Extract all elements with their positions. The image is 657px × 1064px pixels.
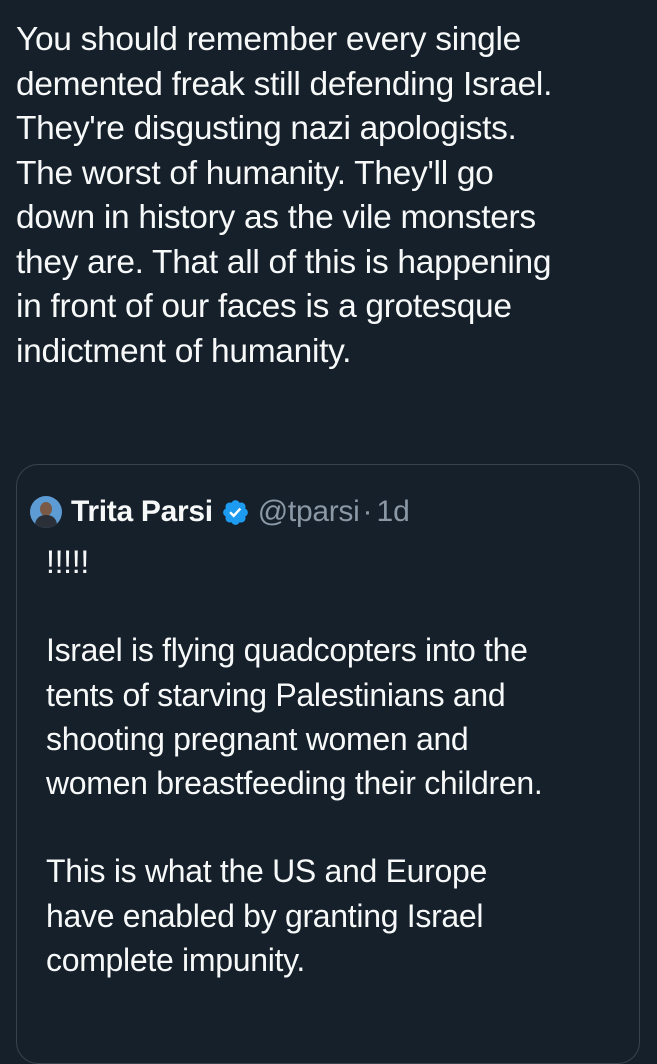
quoted-tweet-text: !!!!! Israel is flying quadcopters into …	[46, 544, 543, 978]
quoted-tweet-header: Trita Parsi @tparsi · 1d	[30, 492, 410, 532]
quoted-tweet-timestamp[interactable]: 1d	[377, 495, 410, 529]
avatar[interactable]	[30, 496, 62, 528]
tweet-text: You should remember every single demente…	[16, 21, 553, 370]
avatar-head	[40, 502, 52, 516]
quoted-author-name[interactable]: Trita Parsi	[71, 495, 213, 529]
quoted-author-handle[interactable]: @tparsi	[258, 495, 360, 529]
avatar-body	[35, 515, 57, 528]
meta-separator: ·	[362, 495, 373, 528]
verified-badge-icon	[222, 499, 248, 525]
